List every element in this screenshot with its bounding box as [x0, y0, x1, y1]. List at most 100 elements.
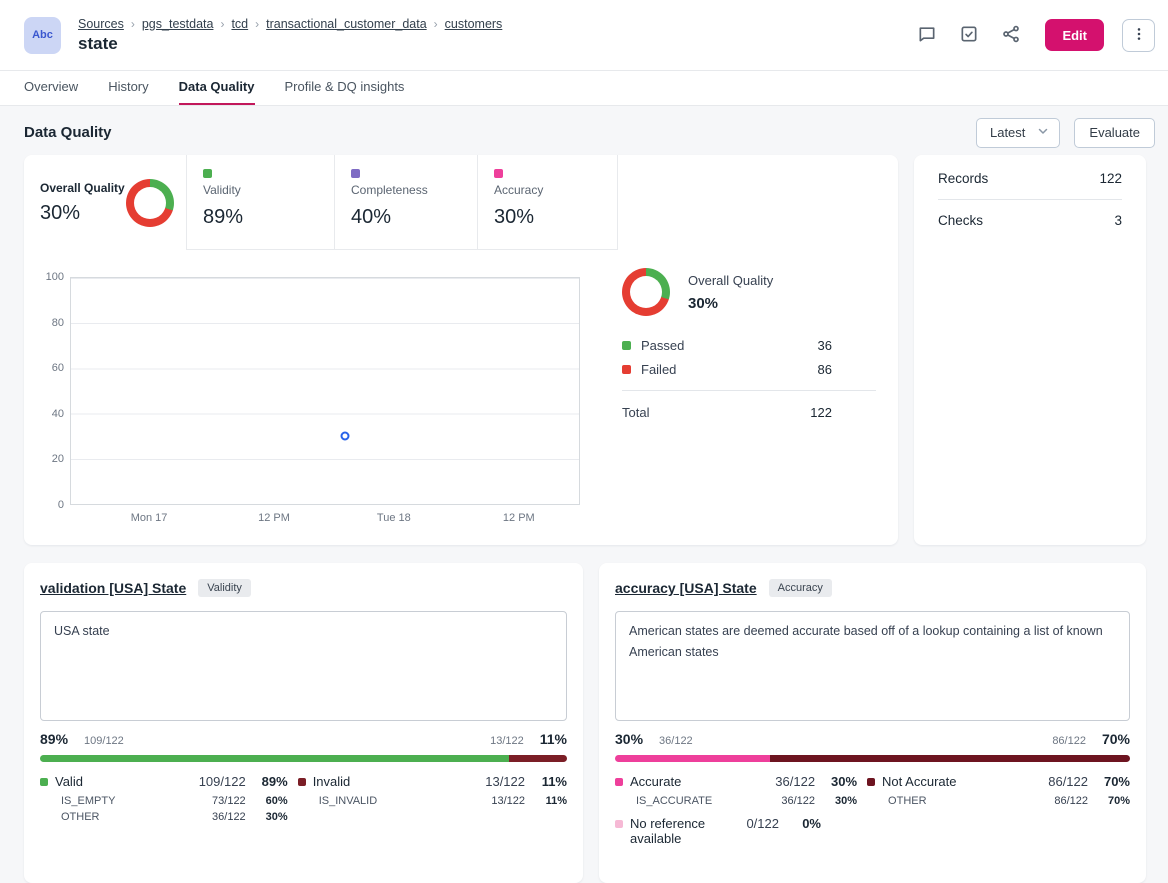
breadcrumb-separator: › — [255, 17, 259, 31]
side-divider — [938, 199, 1122, 200]
summary-donut — [622, 268, 670, 316]
failed-fraction: 13/122 — [490, 735, 524, 747]
breadcrumb-sources[interactable]: Sources — [78, 17, 124, 31]
check-title-link[interactable]: accuracy [USA] State — [615, 580, 757, 596]
quality-overview-card: Overall Quality 30% Validity 89% Complet… — [24, 155, 898, 545]
x-axis: Mon 1712 PMTue 1812 PM — [70, 505, 580, 525]
breadcrumb-separator: › — [131, 17, 135, 31]
breadcrumb-transactional-customer-data[interactable]: transactional_customer_data — [266, 17, 427, 31]
explanation-fraction: 73/122 — [192, 795, 246, 807]
tile-value: 40% — [351, 206, 461, 229]
tasks-button[interactable] — [953, 19, 985, 51]
evaluate-button[interactable]: Evaluate — [1074, 118, 1155, 148]
failed-label: Failed — [641, 362, 676, 377]
tile-completeness: Completeness 40% — [334, 155, 477, 250]
records-label: Records — [938, 171, 988, 186]
validation-check-card: validation [USA] State Validity USA stat… — [24, 563, 583, 883]
explanation-fraction: 13/122 — [471, 795, 525, 807]
legend-fraction: 0/122 — [725, 816, 779, 831]
tile-accuracy: Accuracy 30% — [477, 155, 618, 250]
explanation-percent: 30% — [815, 795, 857, 807]
page-header: Abc Sources › pgs_testdata › tcd › trans… — [0, 0, 1168, 71]
explanation-percent: 60% — [246, 795, 288, 807]
no-reference-color-swatch — [615, 820, 623, 828]
edit-button[interactable]: Edit — [1045, 19, 1104, 51]
valid-bar-segment — [40, 755, 509, 762]
summary-value: 30% — [688, 295, 773, 312]
quality-trend-chart: 020406080100 Mon 1712 PMTue 1812 PM — [70, 277, 580, 505]
breadcrumb-tcd[interactable]: tcd — [231, 17, 248, 31]
valid-legend-row: Valid 109/122 89% — [40, 774, 288, 789]
y-tick-label: 0 — [58, 499, 64, 511]
breadcrumb-customers[interactable]: customers — [445, 17, 503, 31]
legend-fraction: 36/122 — [761, 774, 815, 789]
x-tick-label: 12 PM — [258, 512, 290, 524]
records-row: Records 122 — [938, 171, 1122, 186]
tab-bar: Overview History Data Quality Profile & … — [0, 71, 1168, 106]
result-bar — [40, 755, 567, 762]
validity-color-swatch — [203, 169, 212, 178]
legend-label: Not Accurate — [882, 774, 1034, 789]
failed-color-swatch — [622, 365, 631, 374]
accurate-bar-segment — [615, 755, 770, 762]
tile-validity: Validity 89% — [186, 155, 334, 250]
y-tick-label: 60 — [52, 362, 64, 374]
invalid-bar-segment — [509, 755, 567, 762]
section-toolbar: Data Quality Latest Evaluate — [0, 106, 1168, 155]
explanation-fraction: 36/122 — [761, 795, 815, 807]
version-select[interactable]: Latest — [976, 118, 1060, 148]
not-accurate-percent: 70% — [1102, 731, 1130, 747]
not-accurate-bar-segment — [770, 755, 1131, 762]
explanation-name: OTHER — [867, 795, 1034, 807]
tab-overview[interactable]: Overview — [24, 71, 78, 105]
total-value: 122 — [810, 405, 832, 420]
data-quality-page: Abc Sources › pgs_testdata › tcd › trans… — [0, 0, 1168, 851]
breadcrumb-separator: › — [434, 17, 438, 31]
explanation-fraction: 86/122 — [1034, 795, 1088, 807]
stat-tiles: Overall Quality 30% Validity 89% Complet… — [24, 155, 898, 250]
y-axis: 020406080100 — [36, 277, 64, 505]
y-tick-label: 40 — [52, 408, 64, 420]
legend-label: Valid — [55, 774, 192, 789]
checks-label: Checks — [938, 213, 983, 228]
breadcrumb-pgs-testdata[interactable]: pgs_testdata — [142, 17, 214, 31]
more-actions-button[interactable] — [1122, 19, 1155, 52]
check-title-link[interactable]: validation [USA] State — [40, 580, 186, 596]
tile-value: 30% — [494, 206, 601, 229]
total-label: Total — [622, 405, 649, 420]
explanation-percent: 11% — [525, 795, 567, 807]
explanation-row: OTHER 86/122 70% — [867, 795, 1130, 807]
passed-row: Passed 36 — [622, 333, 876, 357]
chevron-down-icon — [1037, 125, 1049, 140]
legend-percent: 11% — [525, 774, 567, 789]
passed-label: Passed — [641, 338, 684, 353]
x-tick-label: Tue 18 — [377, 512, 411, 524]
tab-data-quality[interactable]: Data Quality — [179, 71, 255, 105]
passed-fraction: 109/122 — [84, 735, 124, 747]
valid-color-swatch — [40, 778, 48, 786]
comments-button[interactable] — [911, 19, 943, 51]
section-title: Data Quality — [24, 124, 112, 141]
explanation-percent: 70% — [1088, 795, 1130, 807]
explanation-row: OTHER 36/122 30% — [40, 811, 288, 823]
result-bar — [615, 755, 1130, 762]
legend-percent: 0% — [779, 816, 821, 831]
kebab-menu-icon — [1131, 26, 1147, 45]
explanation-row: IS_EMPTY 73/122 60% — [40, 795, 288, 807]
tab-history[interactable]: History — [108, 71, 148, 105]
check-description: American states are deemed accurate base… — [615, 611, 1130, 721]
legend-fraction: 109/122 — [192, 774, 246, 789]
checkbox-check-icon — [959, 24, 979, 47]
legend-percent: 30% — [815, 774, 857, 789]
accurate-percent: 30% — [615, 731, 643, 747]
checks-row: Checks 3 — [938, 213, 1122, 228]
accurate-color-swatch — [615, 778, 623, 786]
x-tick-label: Mon 17 — [131, 512, 168, 524]
tile-value: 30% — [40, 202, 125, 225]
tile-value: 89% — [203, 206, 318, 229]
result-legend: Accurate 36/122 30% Not Accurate 86/122 … — [615, 769, 1130, 846]
share-button[interactable] — [995, 19, 1027, 51]
passed-value: 36 — [818, 338, 832, 353]
tab-profile-dq-insights[interactable]: Profile & DQ insights — [285, 71, 405, 105]
legend-label: No reference available — [630, 816, 725, 846]
